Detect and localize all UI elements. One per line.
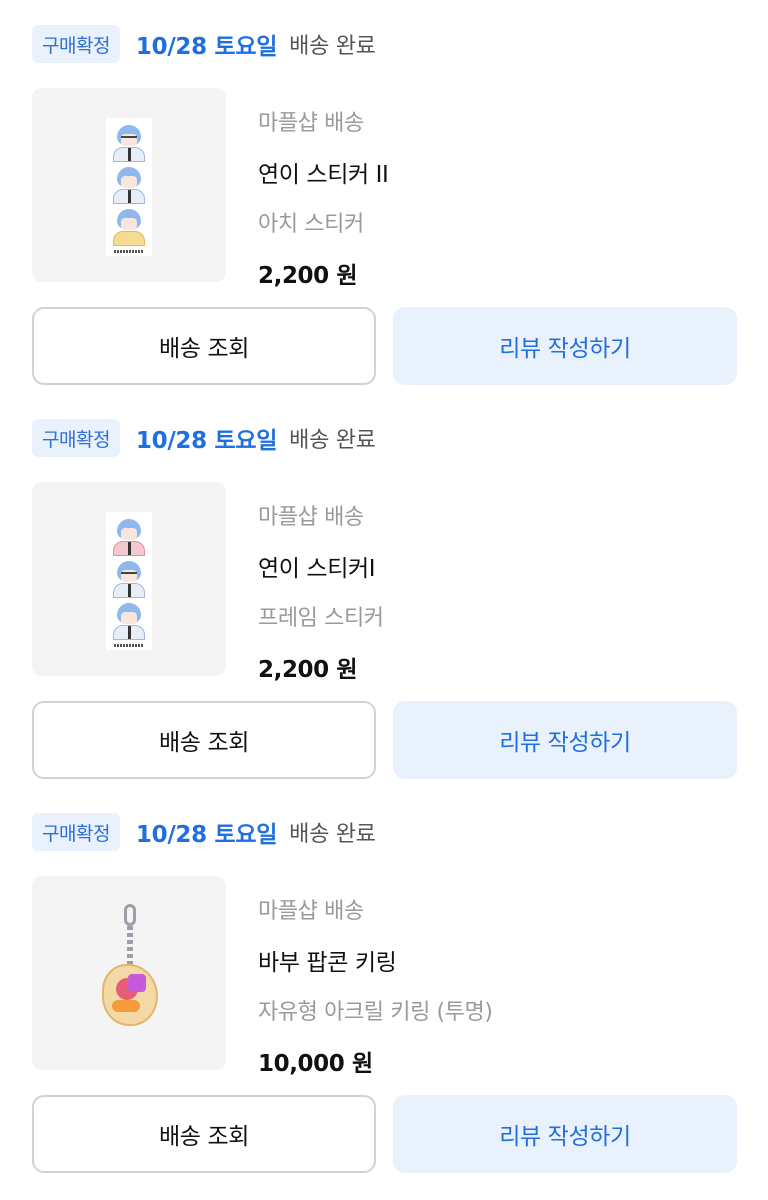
order-status-row: 구매확정 10/28 토요일 배송 완료 bbox=[32, 418, 376, 458]
order-card: 구매확정 10/28 토요일 배송 완료 마플샵 배송 바부 팝콘 키링 자유형… bbox=[0, 788, 768, 1182]
product-thumbnail[interactable] bbox=[32, 876, 226, 1070]
product-name[interactable]: 연이 스티커 II bbox=[258, 147, 738, 198]
product-option: 자유형 아크릴 키링 (투명) bbox=[258, 1000, 493, 1026]
write-review-button[interactable]: 리뷰 작성하기 bbox=[393, 701, 737, 779]
acrylic-keyring-icon bbox=[98, 904, 162, 1044]
seller-label: 마플샵 배송 bbox=[258, 505, 364, 531]
order-status-row: 구매확정 10/28 토요일 배송 완료 bbox=[32, 24, 376, 64]
product-option: 프레임 스티커 bbox=[258, 606, 384, 632]
write-review-button[interactable]: 리뷰 작성하기 bbox=[393, 307, 737, 385]
track-delivery-button[interactable]: 배송 조회 bbox=[32, 701, 376, 779]
product-info: 마플샵 배송 연이 스티커 II 아치 스티커 2,200 원 bbox=[258, 96, 738, 298]
product-thumbnail[interactable] bbox=[32, 482, 226, 676]
delivery-status: 배송 완료 bbox=[289, 34, 376, 59]
purchase-confirmed-badge: 구매확정 bbox=[32, 25, 120, 63]
product-info: 마플샵 배송 연이 스티커I 프레임 스티커 2,200 원 bbox=[258, 490, 738, 692]
product-price: 2,200 원 bbox=[258, 262, 358, 289]
delivery-date: 10/28 토요일 bbox=[135, 428, 278, 454]
product-name[interactable]: 바부 팝콘 키링 bbox=[258, 935, 738, 986]
write-review-button[interactable]: 리뷰 작성하기 bbox=[393, 1095, 737, 1173]
order-status-row: 구매확정 10/28 토요일 배송 완료 bbox=[32, 812, 376, 852]
track-delivery-button[interactable]: 배송 조회 bbox=[32, 307, 376, 385]
order-card: 구매확정 10/28 토요일 배송 완료 마플샵 배송 연이 스티커 II 아치… bbox=[0, 0, 768, 394]
product-price: 10,000 원 bbox=[258, 1050, 373, 1077]
sticker-strip-icon bbox=[106, 512, 152, 650]
product-thumbnail[interactable] bbox=[32, 88, 226, 282]
order-card: 구매확정 10/28 토요일 배송 완료 마플샵 배송 연이 스티커I 프레임 … bbox=[0, 394, 768, 788]
purchase-confirmed-badge: 구매확정 bbox=[32, 813, 120, 851]
delivery-date: 10/28 토요일 bbox=[135, 822, 278, 848]
delivery-date: 10/28 토요일 bbox=[135, 34, 278, 60]
seller-label: 마플샵 배송 bbox=[258, 111, 364, 137]
sticker-strip-icon bbox=[106, 118, 152, 256]
product-name[interactable]: 연이 스티커I bbox=[258, 541, 738, 592]
delivery-status: 배송 완료 bbox=[289, 822, 376, 847]
track-delivery-button[interactable]: 배송 조회 bbox=[32, 1095, 376, 1173]
product-option: 아치 스티커 bbox=[258, 212, 364, 238]
purchase-confirmed-badge: 구매확정 bbox=[32, 419, 120, 457]
seller-label: 마플샵 배송 bbox=[258, 899, 364, 925]
product-info: 마플샵 배송 바부 팝콘 키링 자유형 아크릴 키링 (투명) 10,000 원 bbox=[258, 884, 738, 1086]
delivery-status: 배송 완료 bbox=[289, 428, 376, 453]
product-price: 2,200 원 bbox=[258, 656, 358, 683]
